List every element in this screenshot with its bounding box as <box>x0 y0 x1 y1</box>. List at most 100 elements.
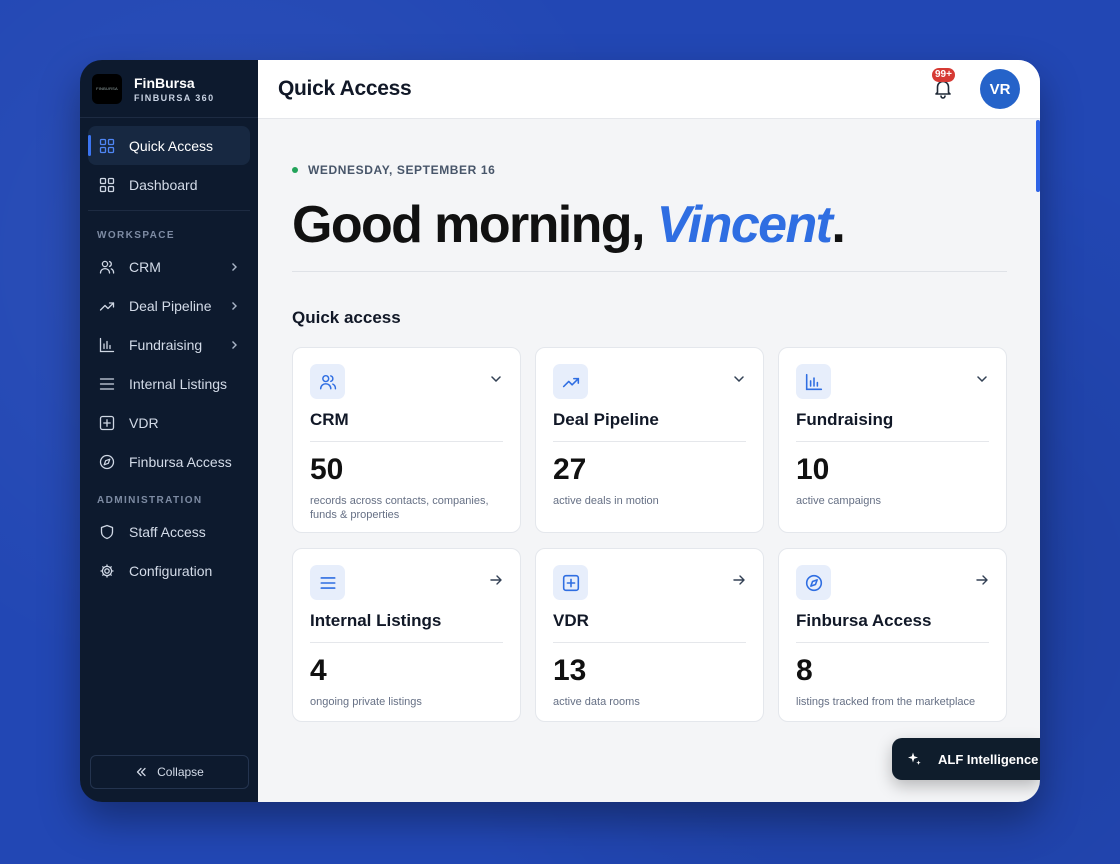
arrow-right-icon[interactable] <box>489 573 503 587</box>
card-value: 10 <box>796 453 830 486</box>
alf-intelligence-button[interactable]: ALF Intelligence <box>892 738 1040 780</box>
topbar: Quick Access 99+ VR <box>258 60 1040 119</box>
quick-access-card-crm[interactable]: CRM 50 records across contacts, companie… <box>292 347 521 533</box>
card-description: records across contacts, companies, fund… <box>310 495 489 521</box>
card-description: listings tracked from the marketplace <box>796 696 976 708</box>
sidebar-item-label: Fundraising <box>129 336 203 353</box>
shield-icon <box>99 524 115 540</box>
card-value: 27 <box>553 453 587 486</box>
sidebar-item-label: Quick Access <box>129 137 214 154</box>
card-title: Deal Pipeline <box>553 410 746 442</box>
card-description: active campaigns <box>796 495 881 507</box>
sidebar-item-label: Deal Pipeline <box>129 297 212 314</box>
sidebar-item-finbursa-access[interactable]: Finbursa Access <box>88 442 250 481</box>
sidebar-item-crm[interactable]: CRM <box>88 247 250 286</box>
chevron-right-icon <box>232 262 237 271</box>
nav-top: Quick Access Dashboard <box>80 118 258 204</box>
sidebar-item-staff-access[interactable]: Staff Access <box>88 512 250 551</box>
card-value: 4 <box>310 654 327 687</box>
arrow-right-icon[interactable] <box>732 573 746 587</box>
users-icon <box>99 259 115 275</box>
chevron-right-icon <box>232 301 237 310</box>
quick-access-title: Quick access <box>292 308 401 327</box>
sparkle-icon <box>908 752 921 765</box>
sidebar-item-label: Internal Listings <box>129 375 228 392</box>
brand-logo: FINBURSA <box>92 73 122 104</box>
status-dot <box>292 167 298 173</box>
brand[interactable]: FINBURSA FinBursa FINBURSA 360 <box>80 60 258 118</box>
bar-chart-icon <box>796 364 831 399</box>
chevrons-left-icon <box>136 767 146 777</box>
chevron-right-icon <box>232 340 237 349</box>
sidebar-item-internal-listings[interactable]: Internal Listings <box>88 364 250 403</box>
quick-access-card-fundraising[interactable]: Fundraising 10 active campaigns <box>778 347 1007 533</box>
current-date: WEDNESDAY, SEPTEMBER 16 <box>308 163 496 177</box>
list-icon <box>99 376 115 392</box>
arrow-right-icon[interactable] <box>975 573 989 587</box>
scrollbar-thumb[interactable] <box>1036 120 1040 192</box>
bar-chart-icon <box>99 337 115 353</box>
gear-icon <box>99 563 115 579</box>
greeting-prefix: Good morning, <box>292 196 657 254</box>
plus-square-icon <box>553 565 588 600</box>
collapse-button[interactable]: Collapse <box>90 755 249 789</box>
sidebar-item-label: Finbursa Access <box>129 453 232 470</box>
quick-access-card-finbursa-access[interactable]: Finbursa Access 8 listings tracked from … <box>778 548 1007 722</box>
sidebar-item-label: Staff Access <box>129 523 206 540</box>
card-title: CRM <box>310 410 503 442</box>
brand-subtitle: FINBURSA 360 <box>134 92 215 103</box>
quick-access-card-internal-listings[interactable]: Internal Listings 4 ongoing private list… <box>292 548 521 722</box>
card-title: Internal Listings <box>310 611 503 643</box>
list-icon <box>310 565 345 600</box>
card-value: 50 <box>310 453 344 486</box>
card-description: active deals in motion <box>553 495 659 507</box>
card-value: 13 <box>553 654 587 687</box>
section-title-workspace: WORKSPACE <box>97 230 175 241</box>
sidebar-item-vdr[interactable]: VDR <box>88 403 250 442</box>
sidebar-item-deal-pipeline[interactable]: Deal Pipeline <box>88 286 250 325</box>
greeting-suffix: . <box>831 196 845 254</box>
brand-name: FinBursa <box>134 74 195 91</box>
sidebar-item-dashboard[interactable]: Dashboard <box>88 165 250 204</box>
compass-icon <box>99 454 115 470</box>
card-description: active data rooms <box>553 696 640 708</box>
chevron-down-icon[interactable] <box>975 372 989 386</box>
users-icon <box>310 364 345 399</box>
card-value: 8 <box>796 654 813 687</box>
compass-icon <box>796 565 831 600</box>
card-title: VDR <box>553 611 746 643</box>
greeting-heading: Good morning, Vincent. <box>292 195 1007 255</box>
sidebar: FINBURSA FinBursa FINBURSA 360 Quick Acc… <box>80 60 258 802</box>
notifications-button[interactable]: 99+ <box>932 68 956 101</box>
avatar[interactable]: VR <box>980 69 1020 109</box>
quick-access-grid: CRM 50 records across contacts, companie… <box>292 347 1007 722</box>
chevron-down-icon[interactable] <box>489 372 503 386</box>
sidebar-item-fundraising[interactable]: Fundraising <box>88 325 250 364</box>
sidebar-item-label: CRM <box>129 258 161 275</box>
grid-icon <box>99 177 115 193</box>
page-title: Quick Access <box>278 77 412 100</box>
section-title-administration: ADMINISTRATION <box>97 495 203 506</box>
nav-admin: Staff Access Configuration <box>80 512 258 590</box>
card-description: ongoing private listings <box>310 696 422 708</box>
sidebar-item-configuration[interactable]: Configuration <box>88 551 250 590</box>
sidebar-item-label: Configuration <box>129 562 213 579</box>
date-row: WEDNESDAY, SEPTEMBER 16 <box>292 163 1007 177</box>
dashboard-content: WEDNESDAY, SEPTEMBER 16 Good morning, Vi… <box>258 119 1040 722</box>
card-title: Fundraising <box>796 410 989 442</box>
collapse-label: Collapse <box>157 765 204 779</box>
app-window: FINBURSA FinBursa FINBURSA 360 Quick Acc… <box>80 60 1040 802</box>
plus-square-icon <box>99 415 115 431</box>
grid-icon <box>99 138 115 154</box>
quick-access-card-vdr[interactable]: VDR 13 active data rooms <box>535 548 764 722</box>
chevron-down-icon[interactable] <box>732 372 746 386</box>
sidebar-item-quick-access[interactable]: Quick Access <box>88 126 250 165</box>
nav-workspace: CRM Deal Pipeline Fundraising Internal L… <box>80 247 258 481</box>
card-title: Finbursa Access <box>796 611 989 643</box>
main-content: Quick Access 99+ VR WEDNESDAY, SEPTEMBER… <box>258 60 1040 802</box>
quick-access-card-deal-pipeline[interactable]: Deal Pipeline 27 active deals in motion <box>535 347 764 533</box>
user-name: Vincent <box>656 196 833 254</box>
sidebar-item-label: VDR <box>129 414 159 431</box>
trend-icon <box>99 298 115 314</box>
notification-badge: 99+ <box>932 68 955 82</box>
